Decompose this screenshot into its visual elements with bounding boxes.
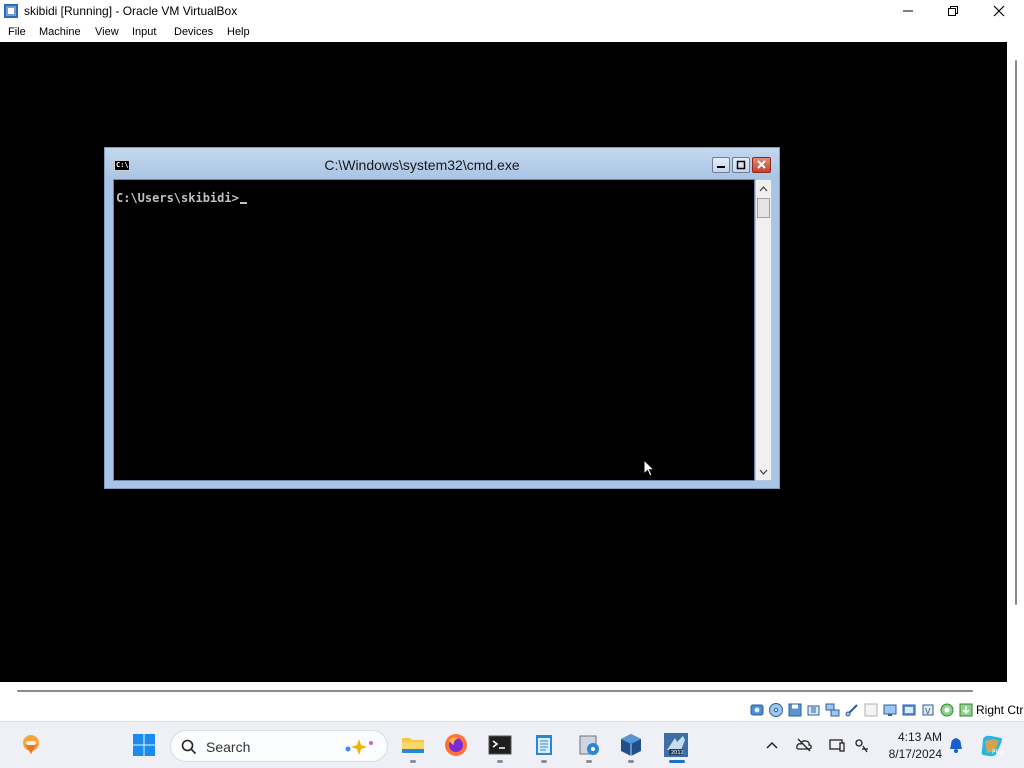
hard-disk-icon[interactable]: [749, 702, 765, 718]
svg-text:PRE: PRE: [992, 749, 1004, 756]
close-icon: [757, 160, 766, 169]
chevron-down-icon: [759, 469, 768, 475]
widgets-icon[interactable]: [18, 732, 44, 758]
start-icon[interactable]: [131, 732, 157, 758]
svg-text:2012: 2012: [671, 750, 684, 756]
menu-file[interactable]: File: [8, 26, 26, 38]
menu-help[interactable]: Help: [227, 26, 250, 38]
windows-taskbar: Search 2012 4:13 AM 8/17/2024 PRE: [0, 721, 1024, 768]
network-tray-icon[interactable]: [853, 737, 871, 753]
floppy-icon[interactable]: [787, 702, 803, 718]
clock-date[interactable]: 8/17/2024: [870, 747, 942, 761]
text-cursor: [239, 202, 247, 204]
search-placeholder: Search: [206, 739, 251, 755]
display-icon[interactable]: [882, 702, 898, 718]
file-explorer-running-indicator: [410, 760, 416, 763]
notifications-bell-icon[interactable]: [948, 736, 964, 754]
devices-icon[interactable]: [828, 736, 846, 754]
virtualbox-app-icon: [4, 4, 18, 18]
host-key-label: Right Ctrl: [976, 703, 1024, 717]
chevron-up-icon[interactable]: [765, 740, 779, 750]
menu-devices[interactable]: Devices: [174, 26, 213, 38]
cmd-vertical-scrollbar[interactable]: [755, 179, 772, 481]
vbox-statusbar: V Right Ctrl: [0, 699, 1024, 721]
menu-view[interactable]: View: [95, 26, 119, 38]
menu-input[interactable]: Input: [132, 26, 156, 38]
cmd-titlebar[interactable]: C:\ C:\Windows\system32\cmd.exe: [105, 148, 779, 179]
firefox-icon[interactable]: [443, 732, 469, 758]
menu-machine[interactable]: Machine: [39, 26, 81, 38]
close-icon: [993, 5, 1005, 17]
cmd-console[interactable]: C:\Users\skibidi>: [113, 179, 755, 481]
scroll-up-button[interactable]: [756, 180, 771, 197]
cmd-window: C:\ C:\Windows\system32\cmd.exe C:\Users…: [104, 147, 780, 489]
cmd-window-title: C:\Windows\system32\cmd.exe: [324, 157, 520, 173]
keyboard-icon[interactable]: [958, 702, 974, 718]
onedrive-icon[interactable]: [795, 737, 813, 753]
audio-icon[interactable]: [806, 702, 822, 718]
copilot-icon[interactable]: PRE: [979, 733, 1005, 759]
restore-icon: [948, 6, 958, 16]
cpu-icon[interactable]: V: [920, 702, 936, 718]
cmd-prompt-line: C:\Users\skibidi>: [116, 191, 247, 205]
disk-manager-running-indicator: [586, 760, 592, 763]
minimize-button[interactable]: [885, 0, 931, 22]
disk-manager-icon[interactable]: [576, 732, 602, 758]
virtualbox-icon[interactable]: [618, 732, 644, 758]
search-input[interactable]: Search: [170, 730, 388, 762]
chevron-up-icon: [759, 185, 768, 191]
clock-time[interactable]: 4:13 AM: [870, 730, 942, 744]
minimize-icon: [903, 10, 913, 12]
cmd-maximize-button[interactable]: [732, 157, 750, 173]
host-horizontal-scrollbar[interactable]: [0, 682, 1024, 699]
svg-text:V: V: [925, 707, 931, 716]
usb-icon[interactable]: [844, 702, 860, 718]
notepad-running-indicator: [541, 760, 547, 763]
host-vertical-scrollbar[interactable]: [1007, 42, 1024, 682]
minimize-icon: [717, 166, 725, 168]
scrollbar-thumb[interactable]: [757, 198, 770, 218]
mouse-integration-icon[interactable]: [939, 702, 955, 718]
optical-drive-icon[interactable]: [768, 702, 784, 718]
search-icon: [181, 739, 197, 755]
host-menubar: File Machine View Input Devices Help: [0, 22, 1024, 42]
maximize-icon: [736, 160, 746, 170]
virtualbox-running-indicator: [628, 760, 634, 763]
restore-button[interactable]: [930, 0, 976, 22]
network-icon[interactable]: [825, 702, 841, 718]
recording-icon[interactable]: [901, 702, 917, 718]
host-window-title: skibidi [Running] - Oracle VM VirtualBox: [24, 4, 238, 18]
cmd-prompt-text: C:\Users\skibidi>: [116, 191, 239, 205]
server-2012-icon[interactable]: 2012: [663, 732, 689, 758]
host-titlebar: skibidi [Running] - Oracle VM VirtualBox: [0, 0, 1024, 22]
host-horizontal-scrollbar-thumb[interactable]: [17, 690, 973, 692]
notepad-icon[interactable]: [531, 732, 557, 758]
terminal-running-indicator: [497, 760, 503, 763]
copilot-sparkle-icon: [345, 739, 373, 755]
scroll-down-button[interactable]: [756, 463, 771, 480]
host-vertical-scrollbar-thumb[interactable]: [1015, 60, 1017, 605]
cmd-minimize-button[interactable]: [712, 157, 730, 173]
close-button[interactable]: [976, 0, 1022, 22]
shared-folders-icon[interactable]: [863, 702, 879, 718]
terminal-icon[interactable]: [487, 732, 513, 758]
file-explorer-icon[interactable]: [400, 732, 426, 758]
mouse-pointer-icon: [643, 459, 655, 477]
server-2012-active-indicator: [669, 760, 685, 763]
cmd-close-button[interactable]: [752, 157, 771, 173]
